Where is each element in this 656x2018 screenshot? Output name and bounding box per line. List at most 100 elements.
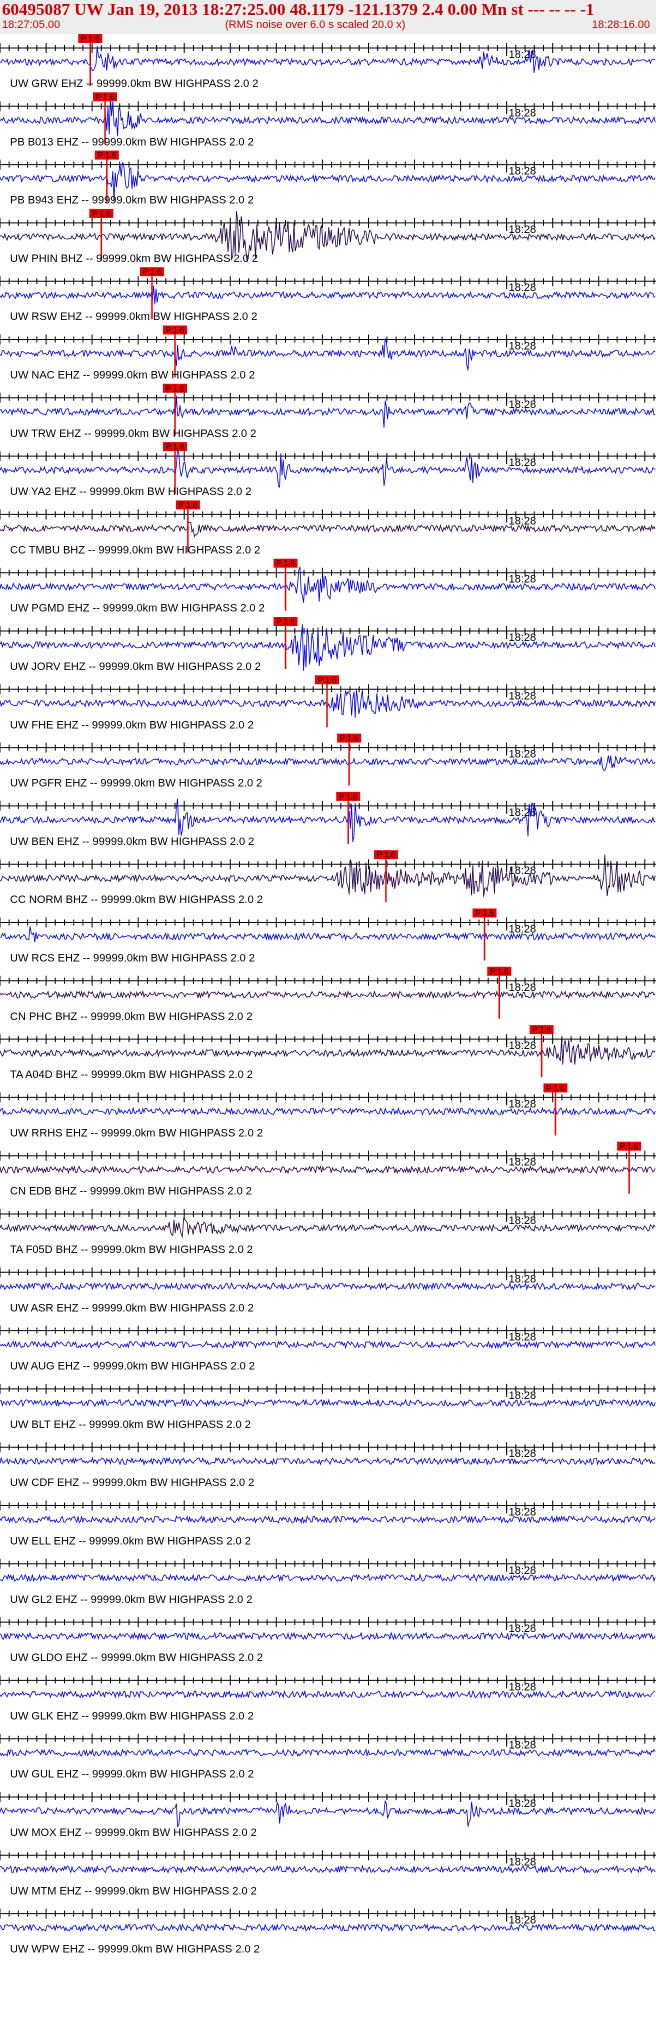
waveform (0, 1398, 656, 1408)
trace-29: 18:28 UW GLK EHZ -- 99999.0km BW HIGHPASS… (0, 1675, 656, 1722)
station-label: UW GLDO EHZ -- 99999.0km BW HIGHPASS 2.0… (10, 1652, 263, 1664)
minute-label: 18:28 (509, 341, 537, 353)
trace-8: 18:28 P 1.6 UW YA2 EHZ -- 99999.0km BW HIG… (0, 442, 656, 498)
station-label: UW GUL EHZ -- 99999.0km BW HIGHPASS 2.0 … (10, 1769, 254, 1781)
plot-header: 60495087 UW Jan 19, 2013 18:27:25.00 48.… (0, 0, 656, 34)
minute-label: 18:28 (509, 1448, 537, 1460)
waveform (0, 46, 656, 73)
station-label: TA F05D BHZ -- 99999.0km BW HIGHPASS 2.0… (10, 1244, 253, 1256)
waveform (0, 1106, 656, 1116)
minute-label: 18:28 (509, 574, 537, 586)
station-label: UW YA2 EHZ -- 99999.0km BW HIGHPASS 2.0 … (10, 486, 251, 498)
trace-5: 18:28 P 1.6 UW RSW EHZ -- 99999.0km BW HIG… (0, 267, 656, 323)
minute-label: 18:28 (509, 690, 537, 702)
pick-label: P 1.6 (276, 559, 295, 568)
station-label: CN PHC BHZ -- 99999.0km BW HIGHPASS 2.0 … (10, 1011, 252, 1023)
minute-label: 18:28 (509, 1856, 537, 1868)
minute-label: 18:28 (509, 1507, 537, 1519)
station-label: UW PHIN BHZ -- 99999.0km BW HIGHPASS 2.0… (10, 253, 258, 265)
pick-label: P 1.6 (546, 1084, 565, 1093)
pick-label: P 1.6 (166, 384, 185, 393)
station-label: UW BLT EHZ -- 99999.0km BW HIGHPASS 2.0 … (10, 1419, 251, 1431)
station-label: UW TRW EHZ -- 99999.0km BW HIGHPASS 2.0 … (10, 428, 256, 440)
trace-11: 18:28 P 1.6 UW JORV EHZ -- 99999.0km BW HI… (0, 617, 656, 673)
station-label: CN EDB BHZ -- 99999.0km BW HIGHPASS 2.0 … (10, 1186, 252, 1198)
minute-label: 18:28 (509, 1623, 537, 1635)
pick-label: P 1.6 (339, 792, 358, 801)
station-label: PB B943 EHZ -- 99999.0km BW HIGHPASS 2.0… (10, 195, 254, 207)
waveform (0, 1748, 656, 1758)
waveform (0, 521, 656, 538)
station-label: UW GRW EHZ -- 99999.0km BW HIGHPASS 2.0 … (10, 78, 258, 90)
pick-label: P 1.6 (620, 1142, 639, 1151)
trace-3: 18:28 P 1.6 PB B943 EHZ -- 99999.0km BW HI… (0, 150, 656, 207)
minute-label: 18:28 (509, 1157, 537, 1169)
pick-label: P 1.6 (532, 1026, 551, 1035)
minute-label: 18:28 (509, 107, 537, 119)
trace-13: 18:28 P 1.6 UW PGFR EHZ -- 99999.0km BW HI… (0, 733, 656, 790)
station-label: UW ELL EHZ -- 99999.0km BW HIGHPASS 2.0 … (10, 1536, 251, 1548)
waveform (0, 755, 656, 772)
trace-28: 18:28 UW GLDO EHZ -- 99999.0km BW HIGHPAS… (0, 1617, 656, 1664)
minute-label: 18:28 (509, 1798, 537, 1810)
trace-16: 18:28P 1.6UW RCS EHZ -- 99999.0km BW HIG… (0, 908, 656, 965)
minute-label: 18:28 (509, 399, 537, 411)
waveform (0, 1923, 656, 1933)
minute-label: 18:28 (509, 1215, 537, 1227)
pick-label: P 1.6 (276, 618, 295, 627)
trace-6: 18:28 P 1.6 UW NAC EHZ -- 99999.0km BW HIG… (0, 325, 656, 382)
waveform (0, 926, 656, 943)
trace-22: 18:28 UW ASR EHZ -- 99999.0km BW HIGHPASS… (0, 1267, 656, 1314)
trace-1: 18:28P 1.6UW GRW EHZ -- 99999.0km BW HIG… (0, 34, 656, 90)
station-label: UW PGMD EHZ -- 99999.0km BW HIGHPASS 2.0… (10, 603, 265, 615)
event-title: 60495087 UW Jan 19, 2013 18:27:25.00 48.… (2, 0, 595, 19)
trace-30: 18:28 UW GUL EHZ -- 99999.0km BW HIGHPASS… (0, 1733, 656, 1781)
station-label: UW RRHS EHZ -- 99999.0km BW HIGHPASS 2.0… (10, 1127, 263, 1139)
waveform (0, 1631, 656, 1641)
minute-label: 18:28 (509, 1273, 537, 1285)
minute-label: 18:28 (509, 1681, 537, 1693)
pick-label: P 1.6 (340, 734, 359, 743)
waveform (0, 338, 656, 371)
trace-18: 18:28 P 1.6 TA A04D BHZ -- 99999.0km BW HI… (0, 1025, 656, 1081)
trace-32: 18:28 UW MTM EHZ -- 99999.0km BW HIGHPASS… (0, 1850, 656, 1897)
waveform (0, 97, 656, 137)
pick-label: P 1.6 (92, 209, 111, 218)
trace-12: 18:28 P 1.6 UW FHE EHZ -- 99999.0km BW HIG… (0, 675, 656, 731)
station-label: CC TMBU BHZ -- 99999.0km BW HIGHPASS 2.0… (10, 544, 260, 556)
station-label: UW NAC EHZ -- 99999.0km BW HIGHPASS 2.0 … (10, 370, 255, 382)
minute-label: 18:28 (509, 457, 537, 469)
station-label: UW GLK EHZ -- 99999.0km BW HIGHPASS 2.0 … (10, 1710, 254, 1722)
pick-label: P 1.6 (143, 268, 162, 277)
waveform (0, 1689, 656, 1699)
waveform (0, 1515, 656, 1525)
waveform (0, 1039, 656, 1065)
waveform (0, 395, 656, 428)
minute-label: 18:28 (509, 1040, 537, 1052)
trace-4: 18:28 P 1.6 UW PHIN BHZ -- 99999.0km BW HI… (0, 208, 656, 265)
waveform (0, 854, 656, 897)
trace-7: 18:28 P 1.6 UW TRW EHZ -- 99999.0km BW HIG… (0, 383, 656, 440)
minute-label: 18:28 (509, 749, 537, 761)
trace-15: 18:28 P 1.6 CC NORM BHZ -- 99999.0km BW HI… (0, 850, 656, 906)
seismogram-plot: 18:28 P 1.6 UW GRW EHZ -- 99999.0km BW HIG… (0, 34, 656, 1956)
minute-label: 18:28 (509, 166, 537, 178)
station-label: CC NORM BHZ -- 99999.0km BW HIGHPASS 2.0… (10, 894, 263, 906)
station-label: PB B013 EHZ -- 99999.0km BW HIGHPASS 2.0… (10, 136, 254, 148)
trace-2: 18:28 P 1.6 PB B013 EHZ -- 99999.0km BW HI… (0, 92, 656, 148)
station-label: UW GL2 EHZ -- 99999.0km BW HIGHPASS 2.0 … (10, 1594, 252, 1606)
station-label: UW JORV EHZ -- 99999.0km BW HIGHPASS 2.0… (10, 661, 261, 673)
pick-label: P 1.6 (318, 676, 337, 685)
waveform (0, 1800, 656, 1828)
trace-26: 18:28 UW ELL EHZ -- 99999.0km BW HIGHPASS… (0, 1500, 656, 1548)
waveform (0, 1456, 656, 1466)
station-label: UW ASR EHZ -- 99999.0km BW HIGHPASS 2.0 … (10, 1302, 254, 1314)
start-time-label: 18:27:05.00 (2, 19, 61, 31)
minute-label: 18:28 (509, 807, 537, 819)
waveform (0, 1281, 656, 1291)
trace-31: 18:28 UW MOX EHZ -- 99999.0km BW HIGHPASS… (0, 1792, 656, 1839)
station-label: UW AUG EHZ -- 99999.0km BW HIGHPASS 2.0 … (10, 1361, 255, 1373)
pick-label: P 1.6 (96, 93, 115, 102)
trace-19: 18:28 P 1.6 UW RRHS EHZ -- 99999.0km BW HI… (0, 1083, 656, 1139)
waveform (0, 990, 656, 1000)
